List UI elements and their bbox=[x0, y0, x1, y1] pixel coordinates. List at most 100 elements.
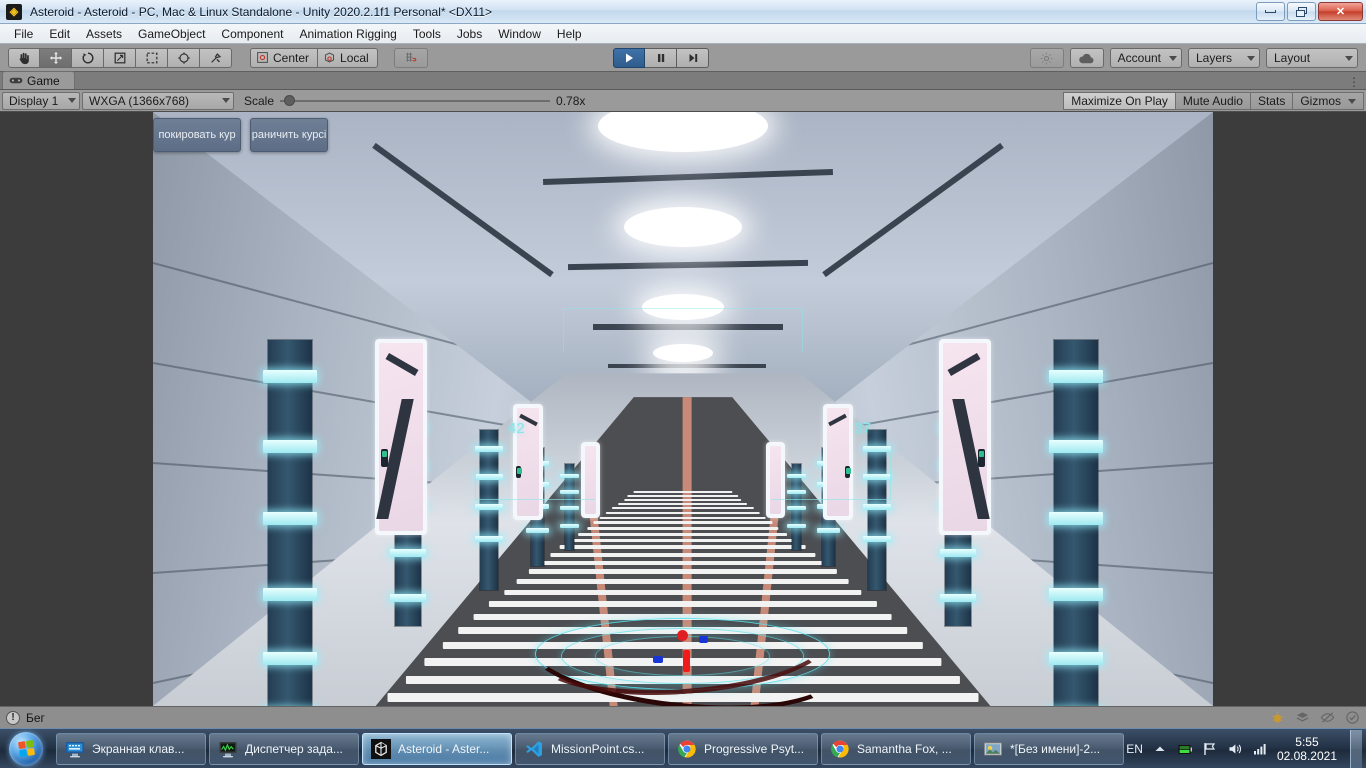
maximize-on-play-button[interactable]: Maximize On Play bbox=[1063, 92, 1176, 110]
hud-bracket bbox=[563, 308, 803, 352]
layers-dropdown[interactable]: Layers bbox=[1188, 48, 1260, 68]
display-label: Display 1 bbox=[9, 93, 59, 108]
game-view-toolbar: Display 1 WXGA (1366x768) Scale 0.78x Ma… bbox=[0, 90, 1366, 112]
move-tool-button[interactable] bbox=[40, 47, 72, 68]
layers-label: Layers bbox=[1196, 51, 1233, 65]
minimize-button[interactable] bbox=[1256, 2, 1285, 21]
menu-tools[interactable]: Tools bbox=[405, 25, 449, 43]
ceiling-light bbox=[624, 207, 742, 247]
hud-marker-blue bbox=[653, 656, 663, 663]
transform-tools-group bbox=[8, 47, 232, 68]
menu-assets[interactable]: Assets bbox=[78, 25, 130, 43]
taskbar-item-chrome-2[interactable]: Samantha Fox, ... bbox=[821, 732, 971, 765]
corridor-door[interactable] bbox=[375, 339, 427, 535]
stats-button[interactable]: Stats bbox=[1250, 92, 1294, 110]
taskbar-item-paint[interactable]: *[Без имени]-2... bbox=[974, 732, 1124, 765]
rotate-tool-button[interactable] bbox=[72, 47, 104, 68]
scale-slider[interactable] bbox=[280, 94, 551, 108]
tab-game[interactable]: Game bbox=[2, 71, 75, 89]
menu-gameobject[interactable]: GameObject bbox=[130, 25, 213, 43]
hud-marker-red bbox=[677, 630, 688, 641]
game-button-limit-cursor[interactable]: раничить курсі bbox=[250, 118, 328, 152]
pause-button[interactable] bbox=[645, 48, 677, 68]
gizmos-label: Gizmos bbox=[1300, 94, 1341, 108]
network-icon[interactable] bbox=[1252, 741, 1268, 757]
status-message: Бег bbox=[26, 710, 45, 725]
paint-icon bbox=[984, 742, 1002, 755]
corridor-door[interactable] bbox=[939, 339, 991, 535]
grid-snapping-button[interactable] bbox=[393, 47, 428, 68]
slider-knob[interactable] bbox=[284, 95, 296, 106]
battery-icon[interactable] bbox=[1177, 741, 1193, 757]
game-button-block-cursor[interactable]: покировать кур bbox=[153, 118, 241, 152]
account-dropdown[interactable]: Account bbox=[1109, 48, 1182, 68]
panel-options-icon[interactable]: ⋮ bbox=[1348, 75, 1361, 89]
handle-space-button[interactable]: Local bbox=[318, 47, 378, 68]
taskbar-clock[interactable]: 5:55 02.08.2021 bbox=[1277, 735, 1337, 763]
scale-label: Scale bbox=[244, 93, 275, 108]
windows-logo-icon bbox=[9, 731, 43, 766]
tab-game-label: Game bbox=[27, 73, 60, 88]
layout-dropdown[interactable]: Layout bbox=[1266, 48, 1358, 68]
volume-icon[interactable] bbox=[1227, 741, 1243, 757]
chrome-icon bbox=[831, 740, 849, 758]
collab-button[interactable] bbox=[1029, 48, 1064, 68]
status-icons bbox=[1270, 710, 1360, 725]
menu-window[interactable]: Window bbox=[490, 25, 549, 43]
taskbar-items: Экранная клав... Диспетчер зада... Aster… bbox=[56, 732, 1124, 765]
step-button[interactable] bbox=[677, 48, 709, 68]
taskbar-item-chrome-1[interactable]: Progressive Psyt... bbox=[668, 732, 818, 765]
taskbar-item-onscreen-keyboard[interactable]: Экранная клав... bbox=[56, 732, 206, 765]
taskbar-item-unity[interactable]: Asteroid - Aster... bbox=[362, 732, 512, 765]
hand-tool-button[interactable] bbox=[8, 47, 40, 68]
display-dropdown[interactable]: Display 1 bbox=[2, 91, 80, 110]
gizmos-button[interactable]: Gizmos bbox=[1293, 92, 1364, 110]
check-circle-icon[interactable] bbox=[1345, 710, 1360, 725]
pivot-group: Center Local bbox=[250, 47, 378, 68]
eye-off-icon[interactable] bbox=[1320, 710, 1335, 725]
unity-icon: ◈ bbox=[6, 3, 22, 20]
game-viewport[interactable]: 42 37 покировать кур раничить курсі bbox=[153, 112, 1213, 706]
menu-file[interactable]: File bbox=[6, 25, 41, 43]
pivot-mode-button[interactable]: Center bbox=[250, 47, 319, 68]
game-view-options: Maximize On Play Mute Audio Stats Gizmos bbox=[1063, 92, 1364, 110]
resolution-label: WXGA (1366x768) bbox=[89, 93, 190, 108]
taskbar-item-task-manager[interactable]: Диспетчер зада... bbox=[209, 732, 359, 765]
scale-control: Scale 0.78x bbox=[244, 94, 590, 108]
taskbar-item-label: Samantha Fox, ... bbox=[857, 741, 952, 756]
close-button[interactable]: ✕ bbox=[1318, 2, 1363, 21]
cloud-button[interactable] bbox=[1069, 48, 1104, 68]
chevron-down-icon bbox=[1169, 55, 1177, 61]
playback-controls bbox=[613, 48, 709, 68]
rect-tool-button[interactable] bbox=[136, 47, 168, 68]
start-button[interactable] bbox=[2, 730, 50, 768]
hud-marker-red bbox=[683, 650, 690, 672]
restore-button[interactable] bbox=[1287, 2, 1316, 21]
bug-icon[interactable] bbox=[1270, 710, 1285, 725]
show-hidden-icon[interactable] bbox=[1152, 741, 1168, 757]
account-label: Account bbox=[1117, 51, 1161, 65]
flag-icon[interactable] bbox=[1202, 741, 1218, 757]
unity-icon bbox=[371, 738, 391, 759]
play-button[interactable] bbox=[613, 48, 645, 68]
transform-tool-button[interactable] bbox=[168, 47, 200, 68]
screen: ◈ Asteroid - Asteroid - PC, Mac & Linux … bbox=[0, 0, 1366, 768]
menu-component[interactable]: Component bbox=[213, 25, 291, 43]
custom-tool-button[interactable] bbox=[200, 47, 232, 68]
onscreen-keyboard-icon bbox=[66, 741, 84, 757]
menu-bar: File Edit Assets GameObject Component An… bbox=[0, 24, 1366, 44]
menu-edit[interactable]: Edit bbox=[41, 25, 78, 43]
window-titlebar: ◈ Asteroid - Asteroid - PC, Mac & Linux … bbox=[0, 0, 1366, 24]
resolution-dropdown[interactable]: WXGA (1366x768) bbox=[82, 91, 234, 110]
menu-help[interactable]: Help bbox=[549, 25, 590, 43]
chevron-down-icon bbox=[222, 98, 230, 103]
taskbar-item-vscode[interactable]: MissionPoint.cs... bbox=[515, 732, 665, 765]
hud-marker-blue bbox=[699, 636, 708, 643]
show-desktop-button[interactable] bbox=[1350, 729, 1362, 768]
menu-jobs[interactable]: Jobs bbox=[449, 25, 490, 43]
mute-audio-button[interactable]: Mute Audio bbox=[1175, 92, 1251, 110]
menu-animation-rigging[interactable]: Animation Rigging bbox=[291, 25, 404, 43]
layers-icon[interactable] bbox=[1295, 710, 1310, 725]
language-indicator[interactable]: EN bbox=[1126, 742, 1143, 756]
scale-tool-button[interactable] bbox=[104, 47, 136, 68]
